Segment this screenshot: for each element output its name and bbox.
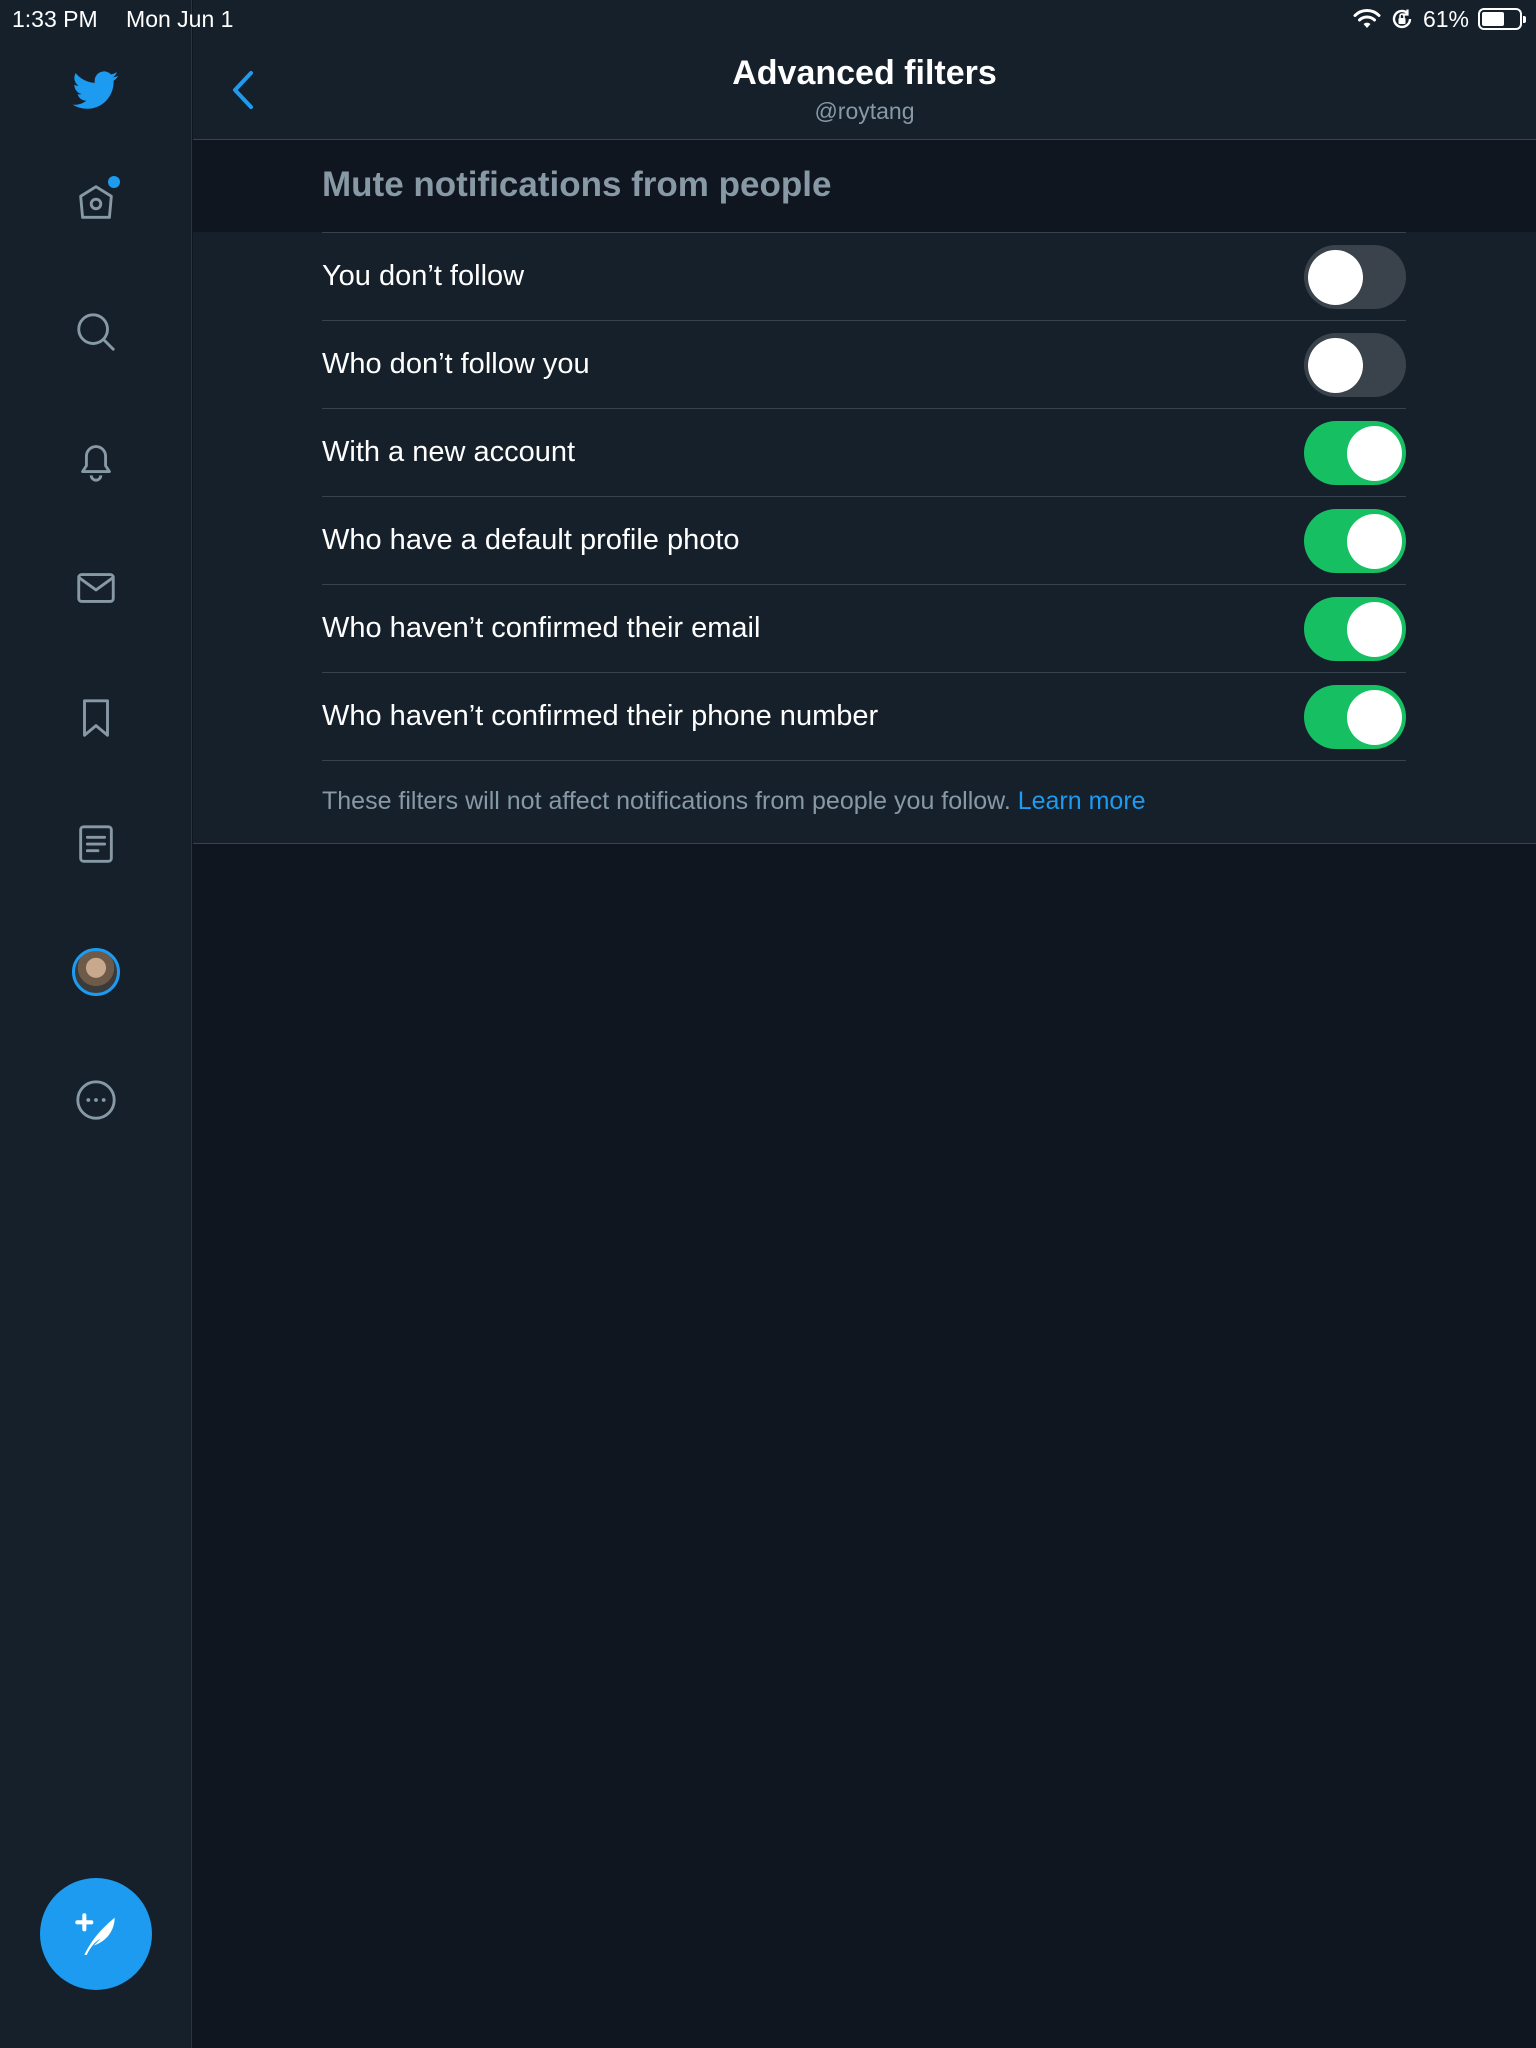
filter-label: With a new account <box>322 436 576 468</box>
battery-percent: 61% <box>1422 5 1469 32</box>
page-subtitle: @roytang <box>814 98 915 124</box>
status-right: 61% <box>1353 5 1526 33</box>
battery-level <box>1482 12 1504 26</box>
toggle-knob <box>1347 426 1402 481</box>
messages-icon[interactable] <box>66 558 126 618</box>
toggle-knob <box>1347 690 1402 745</box>
section-header: Mute notifications from people <box>193 141 1536 233</box>
status-left: 1:33 PM Mon Jun 1 <box>12 6 255 33</box>
bookmarks-icon[interactable] <box>66 688 126 748</box>
notifications-icon[interactable] <box>66 430 126 490</box>
twitter-logo-icon[interactable] <box>66 60 126 120</box>
filter-footer: These filters will not affect notificati… <box>322 760 1406 844</box>
filter-row[interactable]: Who have a default profile photo <box>322 496 1406 584</box>
toggle-knob <box>1347 602 1402 657</box>
filter-toggle[interactable] <box>1304 509 1406 573</box>
status-bar: 1:33 PM Mon Jun 1 61% <box>0 0 1536 38</box>
filter-row[interactable]: With a new account <box>322 408 1406 496</box>
wifi-icon <box>1353 9 1381 28</box>
battery-icon <box>1478 8 1526 30</box>
filter-list: You don’t follow Who don’t follow you Wi… <box>193 232 1536 844</box>
avatar <box>72 948 120 996</box>
toggle-knob <box>1347 514 1402 569</box>
filter-row[interactable]: Who don’t follow you <box>322 320 1406 408</box>
filter-row[interactable]: Who haven’t confirmed their phone number <box>322 672 1406 760</box>
status-time: 1:33 PM <box>12 5 98 32</box>
more-icon[interactable] <box>66 1070 126 1130</box>
notification-dot <box>108 176 120 188</box>
home-icon[interactable] <box>66 172 126 232</box>
filter-label: Who haven’t confirmed their phone number <box>322 700 879 732</box>
search-icon[interactable] <box>66 302 126 362</box>
filter-label: Who don’t follow you <box>322 348 590 380</box>
filter-toggle[interactable] <box>1304 597 1406 661</box>
filter-toggle[interactable] <box>1304 333 1406 397</box>
filter-label: Who have a default profile photo <box>322 524 740 556</box>
filter-label: Who haven’t confirmed their email <box>322 612 761 644</box>
footer-note-text: These filters will not affect notificati… <box>322 787 1018 815</box>
compose-tweet-button[interactable] <box>40 1878 152 1990</box>
filter-row[interactable]: Who haven’t confirmed their email <box>322 584 1406 672</box>
toggle-knob <box>1308 338 1363 393</box>
filter-toggle[interactable] <box>1304 685 1406 749</box>
sidebar <box>0 0 192 2048</box>
footer-note: These filters will not affect notificati… <box>322 787 1146 816</box>
status-date: Mon Jun 1 <box>126 5 234 32</box>
toggle-knob <box>1308 250 1363 305</box>
filter-label: You don’t follow <box>322 260 525 292</box>
rotation-lock-icon <box>1392 9 1412 29</box>
compose-feather-icon <box>75 1913 115 1955</box>
profile-avatar[interactable] <box>66 942 126 1002</box>
filter-toggle[interactable] <box>1304 245 1406 309</box>
page-title: Advanced filters <box>732 54 997 92</box>
learn-more-link[interactable]: Learn more <box>1018 787 1146 815</box>
main-panel: Advanced filters @roytang Mute notificat… <box>193 0 1536 2048</box>
filter-row[interactable]: You don’t follow <box>322 232 1406 320</box>
section-heading: Mute notifications from people <box>322 165 832 204</box>
lists-icon[interactable] <box>66 814 126 874</box>
filter-toggle[interactable] <box>1304 421 1406 485</box>
